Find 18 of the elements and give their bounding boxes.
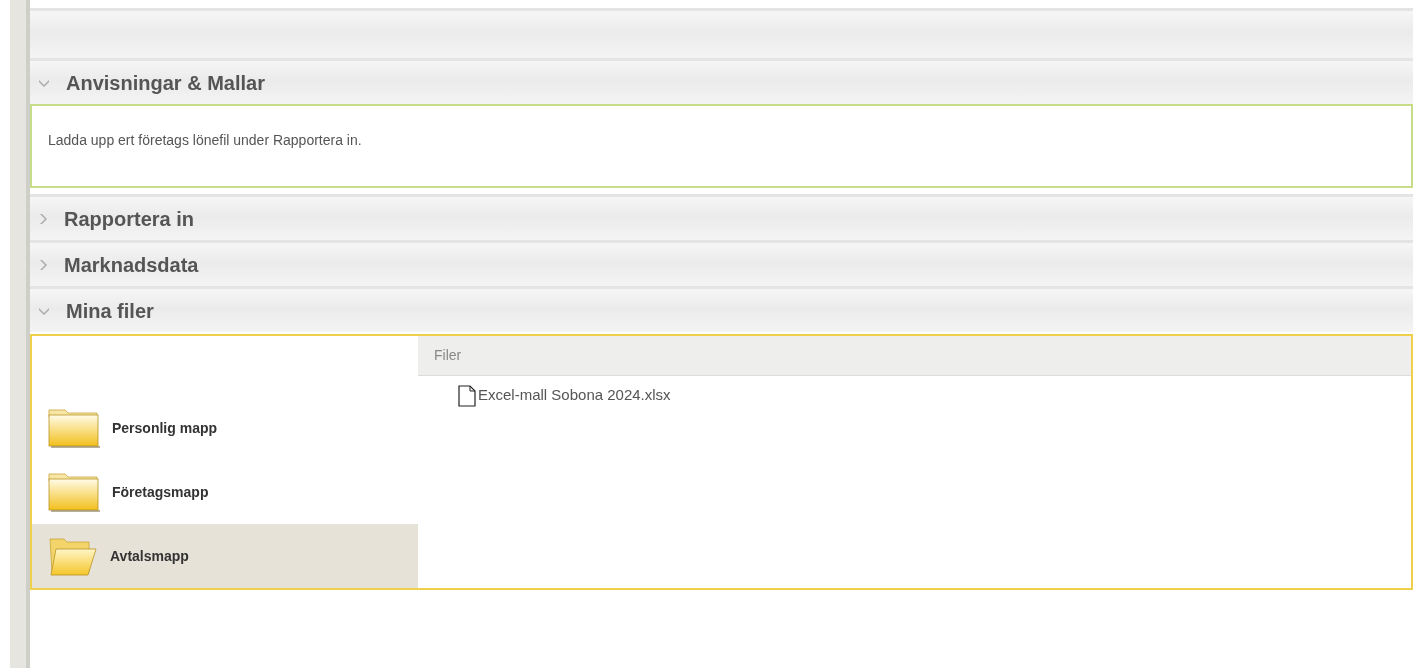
folder-item[interactable]: Företagsmapp: [32, 460, 418, 524]
open-folder-icon: [48, 535, 98, 577]
files-header: Filer: [418, 336, 1411, 376]
folder-icon: [48, 407, 100, 449]
chevron-right-icon: [38, 258, 48, 271]
chevron-right-icon: [38, 212, 48, 225]
folder-item[interactable]: Avtalsmapp: [32, 524, 418, 588]
file-item[interactable]: Excel-mall Sobona 2024.xlsx: [418, 376, 1411, 407]
chevron-down-icon: [38, 305, 50, 316]
chevron-down-icon: [38, 77, 50, 88]
section-header[interactable]: Marknadsdata: [30, 240, 1413, 286]
file-icon: [458, 384, 476, 407]
folder-item[interactable]: Personlig mapp: [32, 396, 418, 460]
folder-icon: [48, 471, 100, 513]
section-header[interactable]: Rapportera in: [30, 194, 1413, 240]
section-header[interactable]: Mina filer: [30, 286, 1413, 332]
section-header[interactable]: Anvisningar & Mallar: [30, 58, 1413, 104]
instruction-text: Ladda upp ert företags lönefil under Rapportera in.: [48, 131, 363, 150]
